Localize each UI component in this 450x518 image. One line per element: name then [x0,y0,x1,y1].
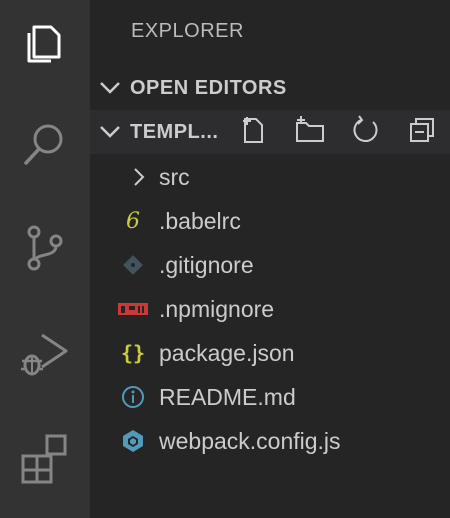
activity-bar [0,0,90,518]
project-folder-header[interactable]: TEMPL... [90,110,450,154]
babel-icon: 6 [126,208,140,234]
run-debug-icon [18,327,72,381]
tree-item-label: .babelrc [159,207,241,234]
open-editors-label: OPEN EDITORS [130,76,287,99]
project-folder-label: TEMPL... [130,120,219,143]
tree-item-label: .npmignore [159,295,275,322]
extensions-activity-button[interactable] [0,414,90,502]
tree-file-webpack-config[interactable]: webpack.config.js [90,419,450,463]
extensions-icon [19,432,71,484]
chevron-down-icon [90,125,130,139]
run-debug-activity-button[interactable] [0,310,90,398]
refresh-icon [351,114,381,150]
files-icon [22,21,68,67]
explorer-sidebar: EXPLORER OPEN EDITORS TEMPL... src 6 .ba… [90,0,450,518]
source-control-activity-button[interactable] [0,204,90,292]
npm-icon [118,287,148,331]
tree-folder-src[interactable]: src [90,155,450,199]
chevron-down-icon [90,81,130,95]
explorer-activity-button[interactable] [0,0,90,88]
info-icon [118,375,148,419]
new-folder-button[interactable] [282,110,338,154]
explorer-toolbar [226,110,450,154]
chevron-right-icon [124,155,154,199]
new-file-button[interactable] [226,110,282,154]
tree-file-readme[interactable]: README.md [90,375,450,419]
tree-file-babelrc[interactable]: 6 .babelrc [90,199,450,243]
collapse-all-icon [407,115,437,150]
new-file-icon [239,115,269,150]
git-icon [118,243,148,287]
tree-item-label: webpack.config.js [159,427,341,454]
sidebar-title: EXPLORER [131,20,244,42]
open-editors-header[interactable]: OPEN EDITORS [90,66,450,110]
refresh-button[interactable] [338,110,394,154]
webpack-icon [118,419,148,463]
search-icon [20,119,70,169]
tree-item-label: src [159,163,190,190]
tree-file-gitignore[interactable]: .gitignore [90,243,450,287]
tree-file-package-json[interactable]: {} package.json [90,331,450,375]
tree-item-label: README.md [159,383,296,410]
search-activity-button[interactable] [0,100,90,188]
tree-file-npmignore[interactable]: .npmignore [90,287,450,331]
tree-item-label: package.json [159,339,295,366]
collapse-all-button[interactable] [394,110,450,154]
json-icon: {} [120,341,146,365]
tree-item-label: .gitignore [159,251,254,278]
source-control-icon [22,223,68,273]
new-folder-icon [294,115,326,150]
